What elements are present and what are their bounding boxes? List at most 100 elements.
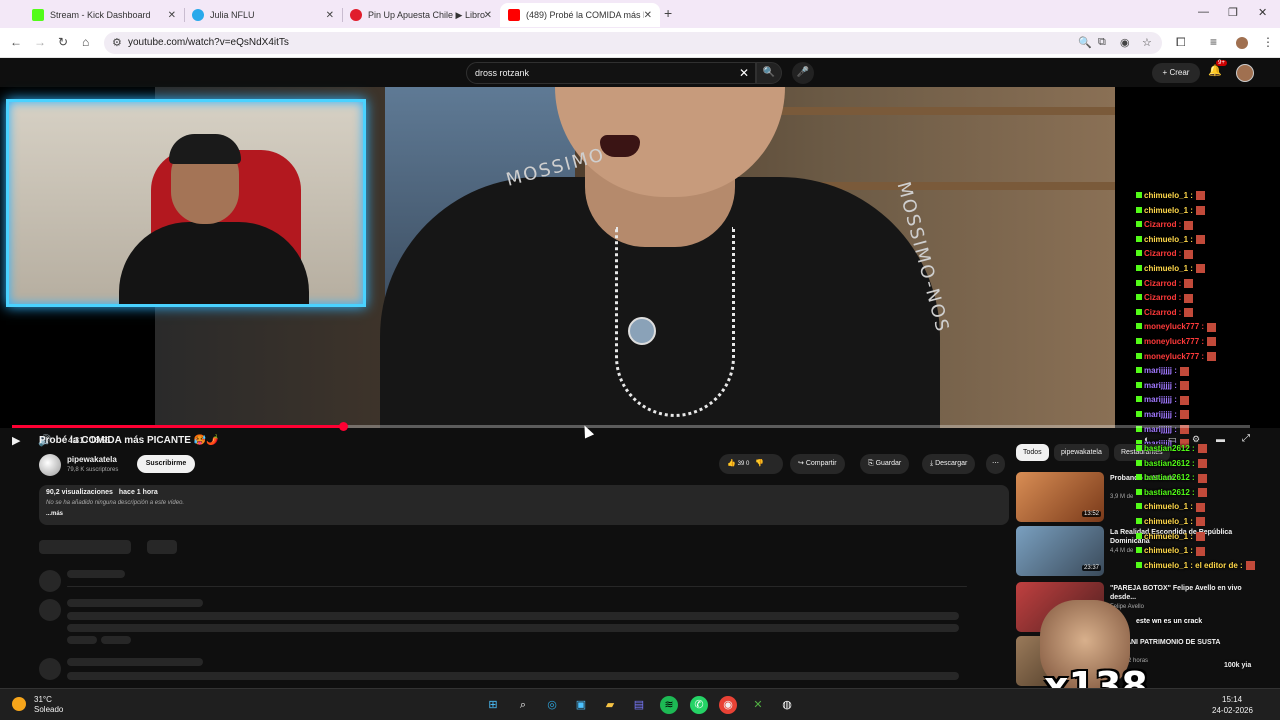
tab-julia[interactable]: Julia NFLU ✕ — [184, 3, 342, 27]
chip-all[interactable]: Todos — [1016, 444, 1049, 461]
scrubber-handle[interactable] — [339, 422, 348, 431]
emote-icon — [1195, 235, 1205, 245]
eye-icon[interactable]: ◉ — [1120, 36, 1130, 49]
chat-message: bastian2612 : — [1136, 444, 1280, 459]
weather-temp[interactable]: 31°C — [34, 695, 52, 704]
youtube-page: dross rotzank ✕ 🔍 🎤 + Crear 🔔 9+ MOSSIMO… — [0, 58, 1280, 688]
site-info-icon[interactable]: ⚙ — [112, 36, 122, 49]
edge-icon[interactable]: ◎ — [543, 696, 561, 714]
close-icon[interactable]: ✕ — [168, 10, 176, 21]
search-button[interactable]: 🔍 — [756, 62, 782, 84]
back-icon[interactable]: ← — [10, 35, 22, 49]
fullscreen-icon[interactable]: ⤢ — [1242, 433, 1250, 444]
menu-icon[interactable]: ⋮ — [1262, 35, 1274, 49]
close-icon[interactable]: ✕ — [326, 10, 334, 21]
autoplay-icon[interactable]: ◐ — [1144, 434, 1149, 444]
app-icon[interactable]: ▤ — [630, 696, 648, 714]
chat-message: Cizarrod : — [1136, 220, 1276, 235]
clock-time[interactable]: 15:14 — [1222, 695, 1242, 704]
channel-name[interactable]: pipewakatela — [67, 455, 117, 464]
kick-badge-icon — [1136, 474, 1142, 481]
subscribe-button[interactable]: Suscribirme — [137, 455, 195, 473]
bookmark-icon: ⎘ — [868, 460, 874, 467]
search-icon[interactable]: ⌕ — [514, 696, 532, 714]
emote-icon — [1197, 488, 1207, 498]
more-link[interactable]: ...más — [46, 511, 63, 517]
progress-fill — [12, 425, 343, 428]
close-window-icon[interactable]: ✕ — [1258, 6, 1267, 19]
channel-avatar[interactable] — [39, 454, 61, 476]
store-icon[interactable]: ▣ — [572, 696, 590, 714]
tab-label: Pin Up Apuesta Chile ▶ Libro — [368, 9, 485, 20]
save-button[interactable]: ⎘ Guardar — [860, 454, 910, 474]
obs-icon[interactable]: ◍ — [778, 696, 796, 714]
tab-pinup[interactable]: Pin Up Apuesta Chile ▶ Libro ✕ — [342, 3, 500, 27]
play-icon[interactable]: ▶ — [12, 434, 20, 447]
chrome-icon[interactable]: ◉ — [719, 696, 737, 714]
chat-username: marijjjjj : — [1144, 409, 1177, 419]
chat-username: bastian2612 : — [1144, 487, 1195, 497]
emote-icon — [1197, 458, 1207, 468]
account-avatar[interactable] — [1236, 64, 1254, 82]
create-button[interactable]: + Crear — [1152, 63, 1200, 83]
chat-message: chimuelo_1 : el editor de : — [1136, 561, 1280, 576]
pendant — [628, 317, 656, 345]
bookmark-star-icon[interactable]: ☆ — [1142, 36, 1152, 49]
close-icon[interactable]: ✕ — [644, 10, 652, 21]
search-icon: 🔍 — [762, 67, 776, 78]
video-title: Probé la COMIDA más PICANTE 🥵🌶️ — [39, 435, 219, 446]
close-icon[interactable]: ✕ — [484, 10, 492, 21]
skeleton-bar — [39, 540, 131, 554]
tab-youtube[interactable]: (489) Probé la COMIDA más PIC ✕ — [500, 3, 660, 27]
windows-start-icon[interactable]: ⊞ — [484, 696, 502, 714]
xbox-icon[interactable]: ✕ — [749, 696, 767, 714]
video-player[interactable]: MOSSIMO MOSSIMO-NOS chimuelo_1 : chimuelo… — [0, 87, 1280, 449]
more-icon: ⋯ — [992, 460, 999, 467]
kick-badge-icon — [1136, 337, 1142, 344]
kick-badge-icon — [1136, 221, 1142, 228]
file-explorer-icon[interactable]: ▰ — [601, 696, 619, 714]
download-button[interactable]: ⤓ Descargar — [922, 454, 976, 474]
emote-icon — [1179, 381, 1189, 391]
emote-icon — [1207, 351, 1217, 361]
reading-list-icon[interactable]: ≡ — [1210, 35, 1217, 49]
emote-icon — [1179, 410, 1189, 420]
emote-icon — [1195, 205, 1205, 215]
skeleton-bar — [67, 599, 203, 607]
extensions-icon[interactable]: ⧠ — [1176, 35, 1186, 50]
search-input[interactable]: dross rotzank ✕ — [466, 62, 756, 84]
clear-icon[interactable]: ✕ — [739, 66, 749, 80]
more-actions-button[interactable]: ⋯ — [986, 454, 1005, 474]
reload-icon[interactable]: ↻ — [58, 35, 68, 49]
share-button[interactable]: ↪ Compartir — [790, 454, 845, 474]
new-tab-icon[interactable]: + — [664, 5, 672, 21]
tab-kick-dashboard[interactable]: Stream - Kick Dashboard ✕ — [24, 3, 184, 27]
windows-taskbar: 31°C Soleado ⊞ ⌕ ◎ ▣ ▰ ▤ ≋ ✆ ◉ ✕ ◍ 15:14… — [0, 688, 1280, 720]
kick-badge-icon — [1136, 503, 1142, 510]
whatsapp-icon[interactable]: ✆ — [690, 696, 708, 714]
restore-icon[interactable]: ❐ — [1228, 6, 1238, 19]
theater-icon[interactable]: ▬ — [1216, 434, 1225, 444]
voice-search-button[interactable]: 🎤 — [792, 62, 814, 84]
forward-icon[interactable]: → — [34, 35, 46, 49]
chat-message: Cizarrod : — [1136, 293, 1276, 308]
address-bar[interactable]: ⚙ youtube.com/watch?v=eQsNdX4itTs 🔍 ⧉ ◉ … — [104, 32, 1162, 54]
spotify-icon[interactable]: ≋ — [660, 696, 678, 714]
stream-chat-overlay: chimuelo_1 : chimuelo_1 : Cizarrod : chimue… — [1136, 191, 1276, 449]
duration-badge: 13:52 — [1082, 511, 1102, 517]
sun-icon[interactable] — [12, 697, 26, 711]
profile-avatar[interactable] — [1236, 37, 1248, 49]
download-icon: ⤓ — [930, 460, 934, 467]
like-dislike-button[interactable]: 👍 39 0 👎 — [719, 454, 783, 474]
skeleton-bar — [67, 570, 125, 578]
kick-icon — [32, 9, 44, 21]
clock-date[interactable]: 24-02-2026 — [1212, 706, 1253, 715]
chip-channel[interactable]: pipewakatela — [1054, 444, 1109, 461]
description-box[interactable]: 90,2 visualizaciones hace 1 hora No se h… — [39, 485, 1009, 525]
minimize-icon[interactable]: — — [1198, 6, 1209, 18]
zoom-icon[interactable]: 🔍 — [1078, 36, 1092, 49]
install-icon[interactable]: ⧉ — [1098, 36, 1106, 49]
emote-icon — [1195, 191, 1205, 201]
home-icon[interactable]: ⌂ — [82, 35, 89, 49]
weather-desc[interactable]: Soleado — [34, 705, 63, 714]
